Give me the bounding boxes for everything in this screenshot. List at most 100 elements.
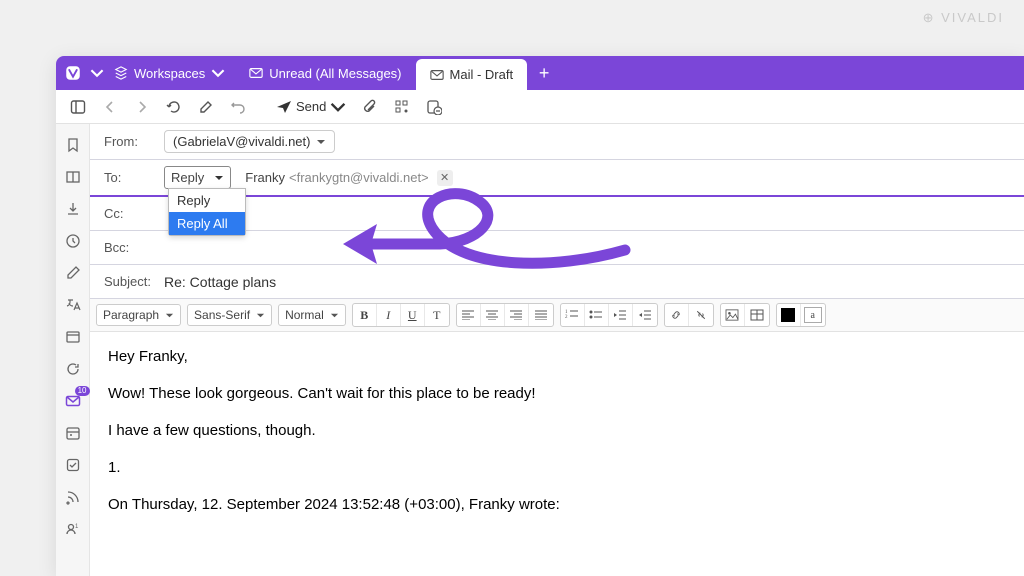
highlight-color-button[interactable]: a — [804, 307, 822, 323]
reply-selected: Reply — [171, 170, 204, 185]
from-row: From: (GabrielaV@vivaldi.net) — [90, 124, 1024, 160]
send-label: Send — [296, 99, 326, 114]
workspaces-label: Workspaces — [134, 66, 205, 81]
vivaldi-menu-caret-icon[interactable] — [90, 56, 104, 90]
refresh-button[interactable] — [160, 93, 188, 121]
nav-back-button[interactable] — [96, 93, 124, 121]
bcc-row[interactable]: Bcc: — [90, 231, 1024, 265]
indent-button[interactable] — [633, 304, 657, 326]
link-group — [664, 303, 714, 327]
compose-pane: From: (GabrielaV@vivaldi.net) To: Reply … — [90, 124, 1024, 576]
align-justify-button[interactable] — [529, 304, 553, 326]
insert-table-button[interactable] — [745, 304, 769, 326]
align-group — [456, 303, 554, 327]
recipient-name: Franky — [245, 170, 285, 185]
svg-text:2: 2 — [565, 315, 568, 320]
body-line: I have a few questions, though. — [108, 420, 1006, 441]
align-center-button[interactable] — [481, 304, 505, 326]
tab-strip: Workspaces Unread (All Messages) Mail - … — [56, 56, 1024, 90]
to-label: To: — [104, 170, 154, 185]
align-right-button[interactable] — [505, 304, 529, 326]
send-button[interactable]: Send — [270, 93, 352, 121]
color-group: a — [776, 303, 826, 327]
bold-button[interactable]: B — [353, 304, 377, 326]
font-family-select[interactable]: Sans-Serif — [187, 304, 272, 326]
insert-group — [720, 303, 770, 327]
new-tab-button[interactable]: + — [527, 56, 561, 90]
mail-panel-button[interactable]: 10 — [58, 386, 88, 416]
dropdown-option-reply[interactable]: Reply — [169, 189, 245, 212]
chevron-down-icon — [214, 173, 224, 183]
calendar-panel-button[interactable] — [58, 418, 88, 448]
subject-label: Subject: — [104, 274, 154, 289]
feeds-panel-button[interactable] — [58, 482, 88, 512]
reply-type-select[interactable]: Reply — [164, 166, 231, 189]
mail-body-editor[interactable]: Hey Franky, Wow! These look gorgeous. Ca… — [90, 332, 1024, 545]
translate-panel-button[interactable] — [58, 290, 88, 320]
undo-button[interactable] — [224, 93, 252, 121]
discard-button[interactable] — [420, 93, 448, 121]
mail-icon — [430, 68, 444, 82]
compose-toolbar: Send — [56, 90, 1024, 124]
reply-type-dropdown: Reply Reply All — [168, 188, 246, 236]
side-panel: 10 1 — [56, 124, 90, 576]
tab-unread[interactable]: Unread (All Messages) — [235, 56, 415, 90]
bcc-label: Bcc: — [104, 240, 154, 255]
recipient-chip[interactable]: Franky <frankygtn@vivaldi.net> ✕ — [241, 168, 456, 188]
text-color-button[interactable] — [777, 304, 801, 326]
outdent-button[interactable] — [609, 304, 633, 326]
vivaldi-menu-button[interactable] — [56, 56, 90, 90]
tab-label: Unread (All Messages) — [269, 66, 401, 81]
window-panel-button[interactable] — [58, 322, 88, 352]
font-size-select[interactable]: Normal — [278, 304, 346, 326]
svg-text:1: 1 — [75, 524, 79, 530]
text-style-group: B I U Ƭ — [352, 303, 450, 327]
unordered-list-button[interactable] — [585, 304, 609, 326]
downloads-panel-button[interactable] — [58, 194, 88, 224]
from-value: (GabrielaV@vivaldi.net) — [173, 134, 310, 149]
brand-watermark: ⊕ VIVALDI — [923, 10, 1004, 26]
clear-format-button[interactable]: Ƭ — [425, 304, 449, 326]
reading-list-panel-button[interactable] — [58, 162, 88, 192]
tab-label: Mail - Draft — [450, 67, 514, 82]
chevron-down-icon — [330, 99, 346, 115]
sessions-panel-button[interactable] — [58, 354, 88, 384]
underline-button[interactable]: U — [401, 304, 425, 326]
workspaces-button[interactable]: Workspaces — [104, 56, 235, 90]
tasks-panel-button[interactable] — [58, 450, 88, 480]
from-label: From: — [104, 134, 154, 149]
format-toolbar: Paragraph Sans-Serif Normal B I U Ƭ 12 — [90, 299, 1024, 332]
body-line: Hey Franky, — [108, 346, 1006, 367]
subject-input[interactable] — [164, 274, 1010, 290]
align-left-button[interactable] — [457, 304, 481, 326]
browser-window: Workspaces Unread (All Messages) Mail - … — [56, 56, 1024, 576]
contacts-panel-button[interactable]: 1 — [58, 514, 88, 544]
chevron-down-icon — [211, 66, 225, 80]
subject-row: Subject: — [90, 265, 1024, 299]
mail-badge: 10 — [75, 386, 90, 396]
attach-button[interactable] — [356, 93, 384, 121]
link-button[interactable] — [665, 304, 689, 326]
body-line: On Thursday, 12. September 2024 13:52:48… — [108, 494, 1006, 515]
recipient-address: <frankygtn@vivaldi.net> — [289, 170, 429, 185]
list-group: 12 — [560, 303, 658, 327]
panel-toggle-button[interactable] — [64, 93, 92, 121]
insert-image-button[interactable] — [721, 304, 745, 326]
remove-recipient-button[interactable]: ✕ — [437, 170, 453, 186]
bookmarks-panel-button[interactable] — [58, 130, 88, 160]
italic-button[interactable]: I — [377, 304, 401, 326]
cc-label: Cc: — [104, 206, 154, 221]
notes-panel-button[interactable] — [58, 258, 88, 288]
tab-draft[interactable]: Mail - Draft — [416, 59, 528, 90]
paragraph-style-select[interactable]: Paragraph — [96, 304, 181, 326]
ordered-list-button[interactable]: 12 — [561, 304, 585, 326]
body-line: 1. — [108, 457, 1006, 478]
from-account-select[interactable]: (GabrielaV@vivaldi.net) — [164, 130, 335, 153]
more-options-button[interactable] — [388, 93, 416, 121]
nav-forward-button[interactable] — [128, 93, 156, 121]
unlink-button[interactable] — [689, 304, 713, 326]
history-panel-button[interactable] — [58, 226, 88, 256]
send-icon — [276, 99, 292, 115]
dropdown-option-reply-all[interactable]: Reply All — [169, 212, 245, 235]
edit-button[interactable] — [192, 93, 220, 121]
